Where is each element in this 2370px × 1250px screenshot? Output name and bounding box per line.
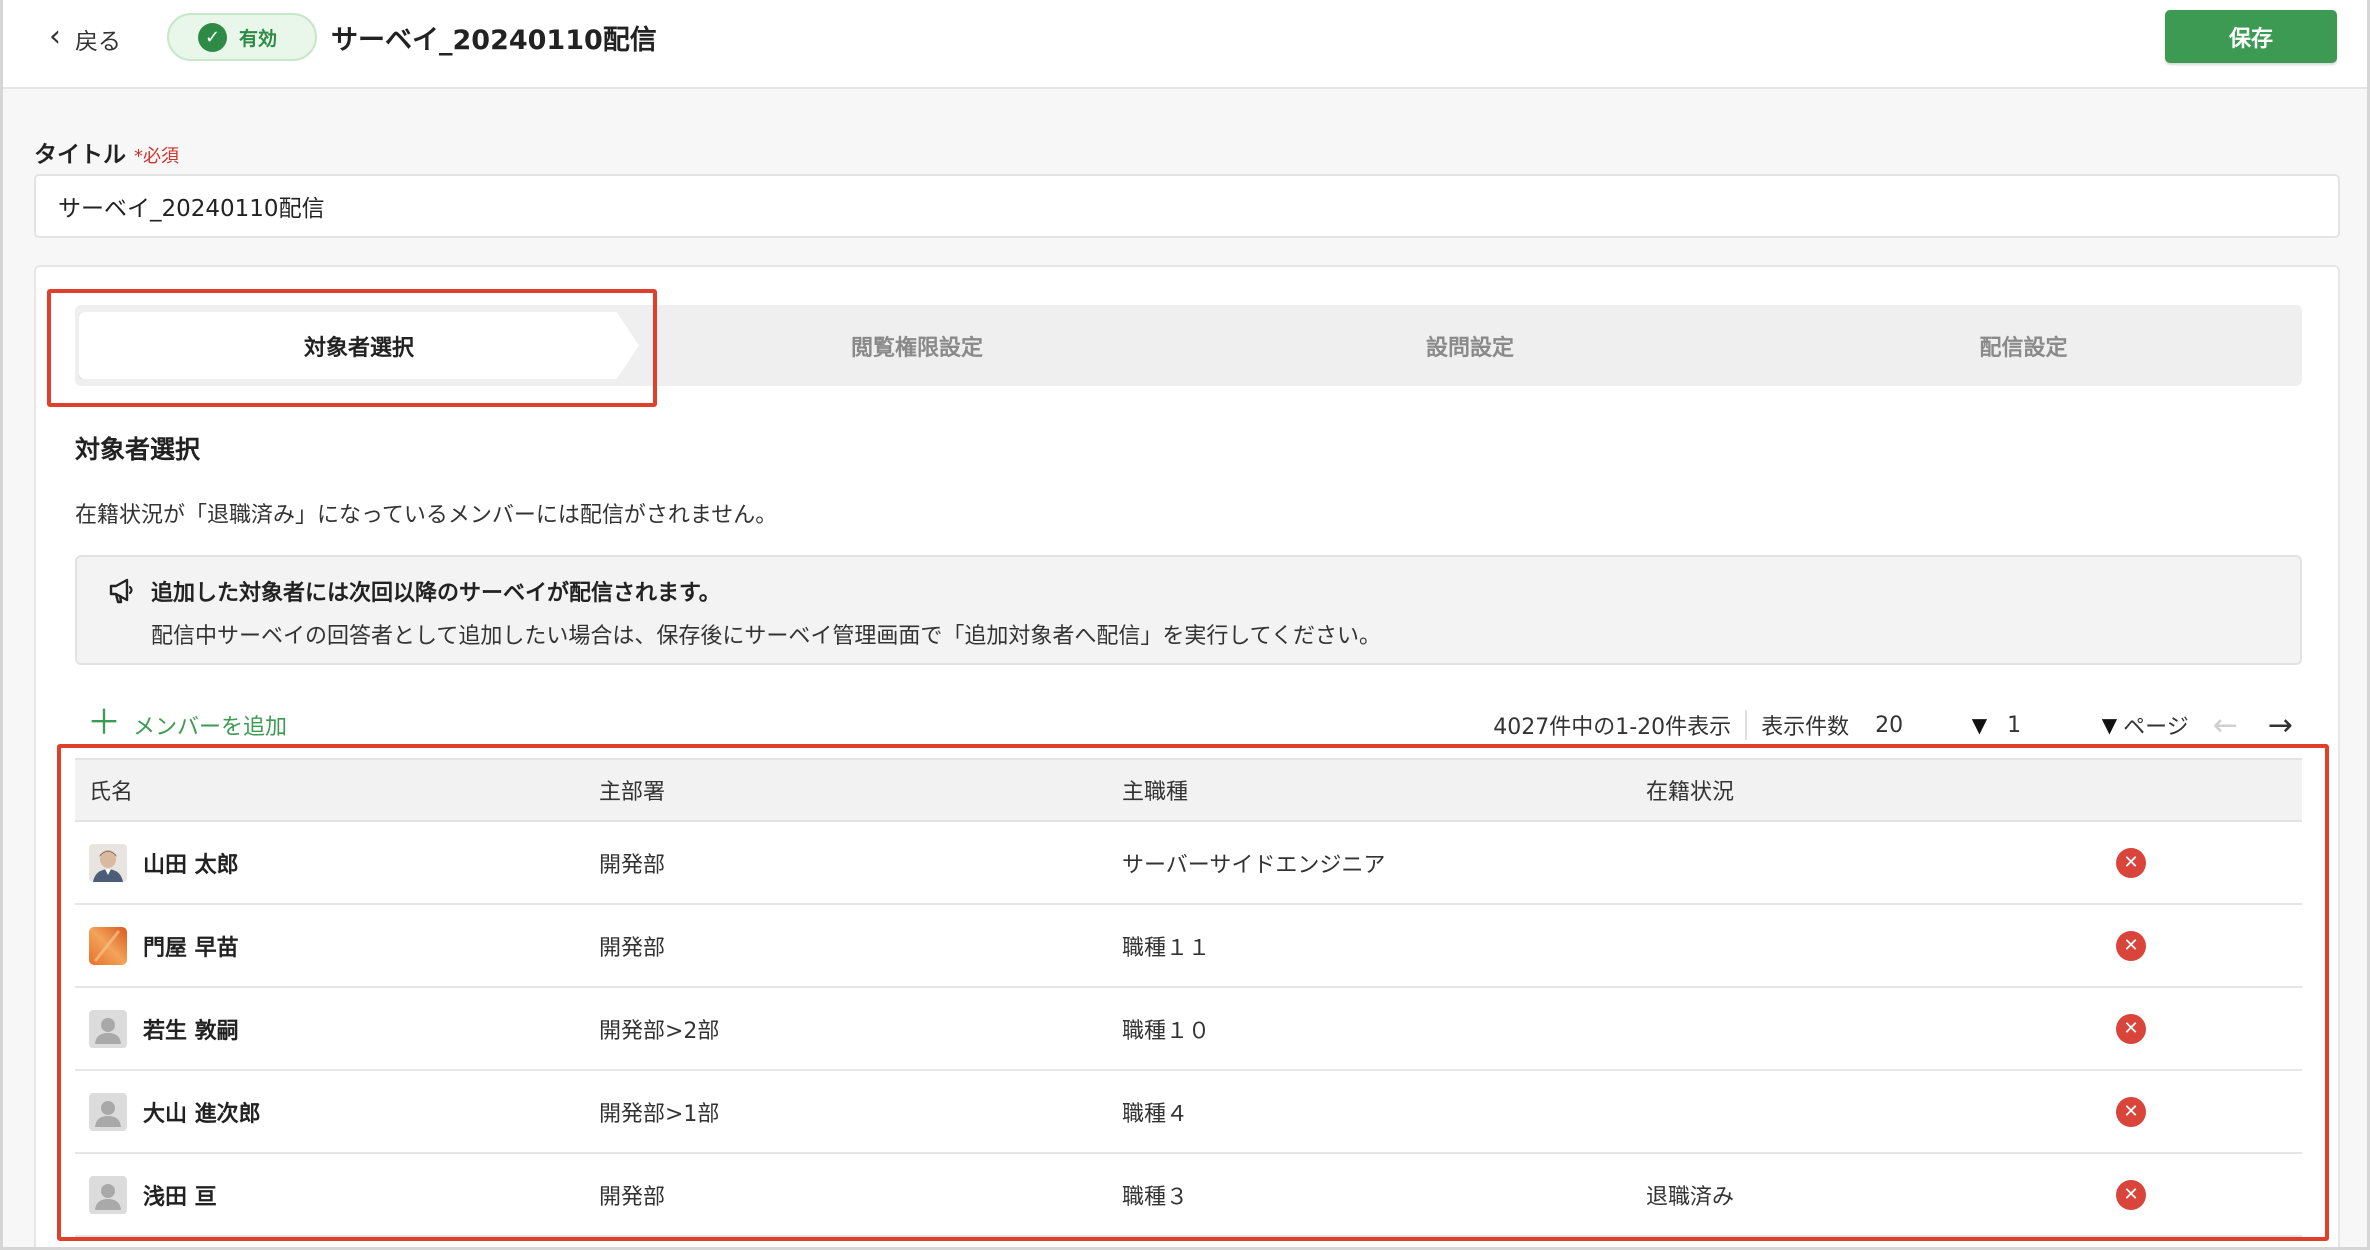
caret-down-icon: ▼ [2101,713,2118,737]
megaphone-icon [109,578,133,604]
tab-view-permission[interactable]: 閲覧権限設定 [639,305,1195,386]
divider [1745,710,1748,740]
step-tabs: 対象者選択 閲覧権限設定 設問設定 配信設定 [75,305,2302,386]
section-title: 対象者選択 [75,435,201,464]
tab-delivery-settings[interactable]: 配信設定 [1745,305,2302,386]
tab-target-selection[interactable]: 対象者選択 [79,312,639,379]
check-circle-icon: ✓ [198,22,227,52]
title-label-text: タイトル [34,142,126,168]
title-field-label: タイトル *必須 [34,135,179,169]
tab-label: 設問設定 [1425,335,1514,361]
page-value: 1 [2007,712,2022,738]
chevron-left-icon: ‹ [49,19,61,54]
status-badge: ✓ 有効 [167,13,317,61]
survey-edit-page: ‹ 戻る ✓ 有効 サーベイ_20240110配信 保存 タイトル *必須 対象者… [0,0,2370,1250]
pagination: 4027件中の1-20件表示 表示件数 20 ▼ 1 ▼ ページ ← → [1493,704,2293,746]
add-member-button[interactable]: ＋ メンバーを追加 [87,703,288,743]
notice-title: 追加した対象者には次回以降のサーベイが配信されます。 [151,581,721,606]
page-size-value: 20 [1875,712,1904,738]
prev-page-arrow-icon[interactable]: ← [2213,708,2238,743]
page-size-select[interactable]: 20 ▼ [1875,713,1987,738]
caret-down-icon: ▼ [1971,713,1988,737]
tab-label: 配信設定 [1979,335,2068,361]
back-button[interactable]: ‹ 戻る [49,22,121,56]
range-text: 4027件中の1-20件表示 [1493,715,1732,740]
add-member-label: メンバーを追加 [133,715,288,740]
title-input[interactable] [34,174,2340,238]
back-label: 戻る [75,29,121,55]
tab-label: 対象者選択 [303,335,414,361]
save-button[interactable]: 保存 [2165,10,2337,63]
page-size-label: 表示件数 [1761,715,1850,740]
page-label: ページ [2123,715,2189,740]
tab-question-settings[interactable]: 設問設定 [1195,305,1745,386]
page-select[interactable]: 1 ▼ [2007,713,2117,738]
page-header: ‹ 戻る ✓ 有効 サーベイ_20240110配信 保存 [3,0,2367,89]
required-mark: *必須 [134,146,179,167]
next-page-arrow-icon[interactable]: → [2268,708,2293,743]
plus-icon: ＋ [87,703,121,743]
page-title: サーベイ_20240110配信 [331,25,657,56]
table-highlight-box [57,744,2329,1241]
notice-body: 配信中サーベイの回答者として追加したい場合は、保存後にサーベイ管理画面で「追加対… [151,624,1382,649]
tab-label: 閲覧権限設定 [850,335,983,361]
notice-box: 追加した対象者には次回以降のサーベイが配信されます。 配信中サーベイの回答者とし… [75,555,2302,665]
status-label: 有効 [239,27,278,50]
section-description: 在籍状況が「退職済み」になっているメンバーには配信がされません。 [75,503,778,528]
